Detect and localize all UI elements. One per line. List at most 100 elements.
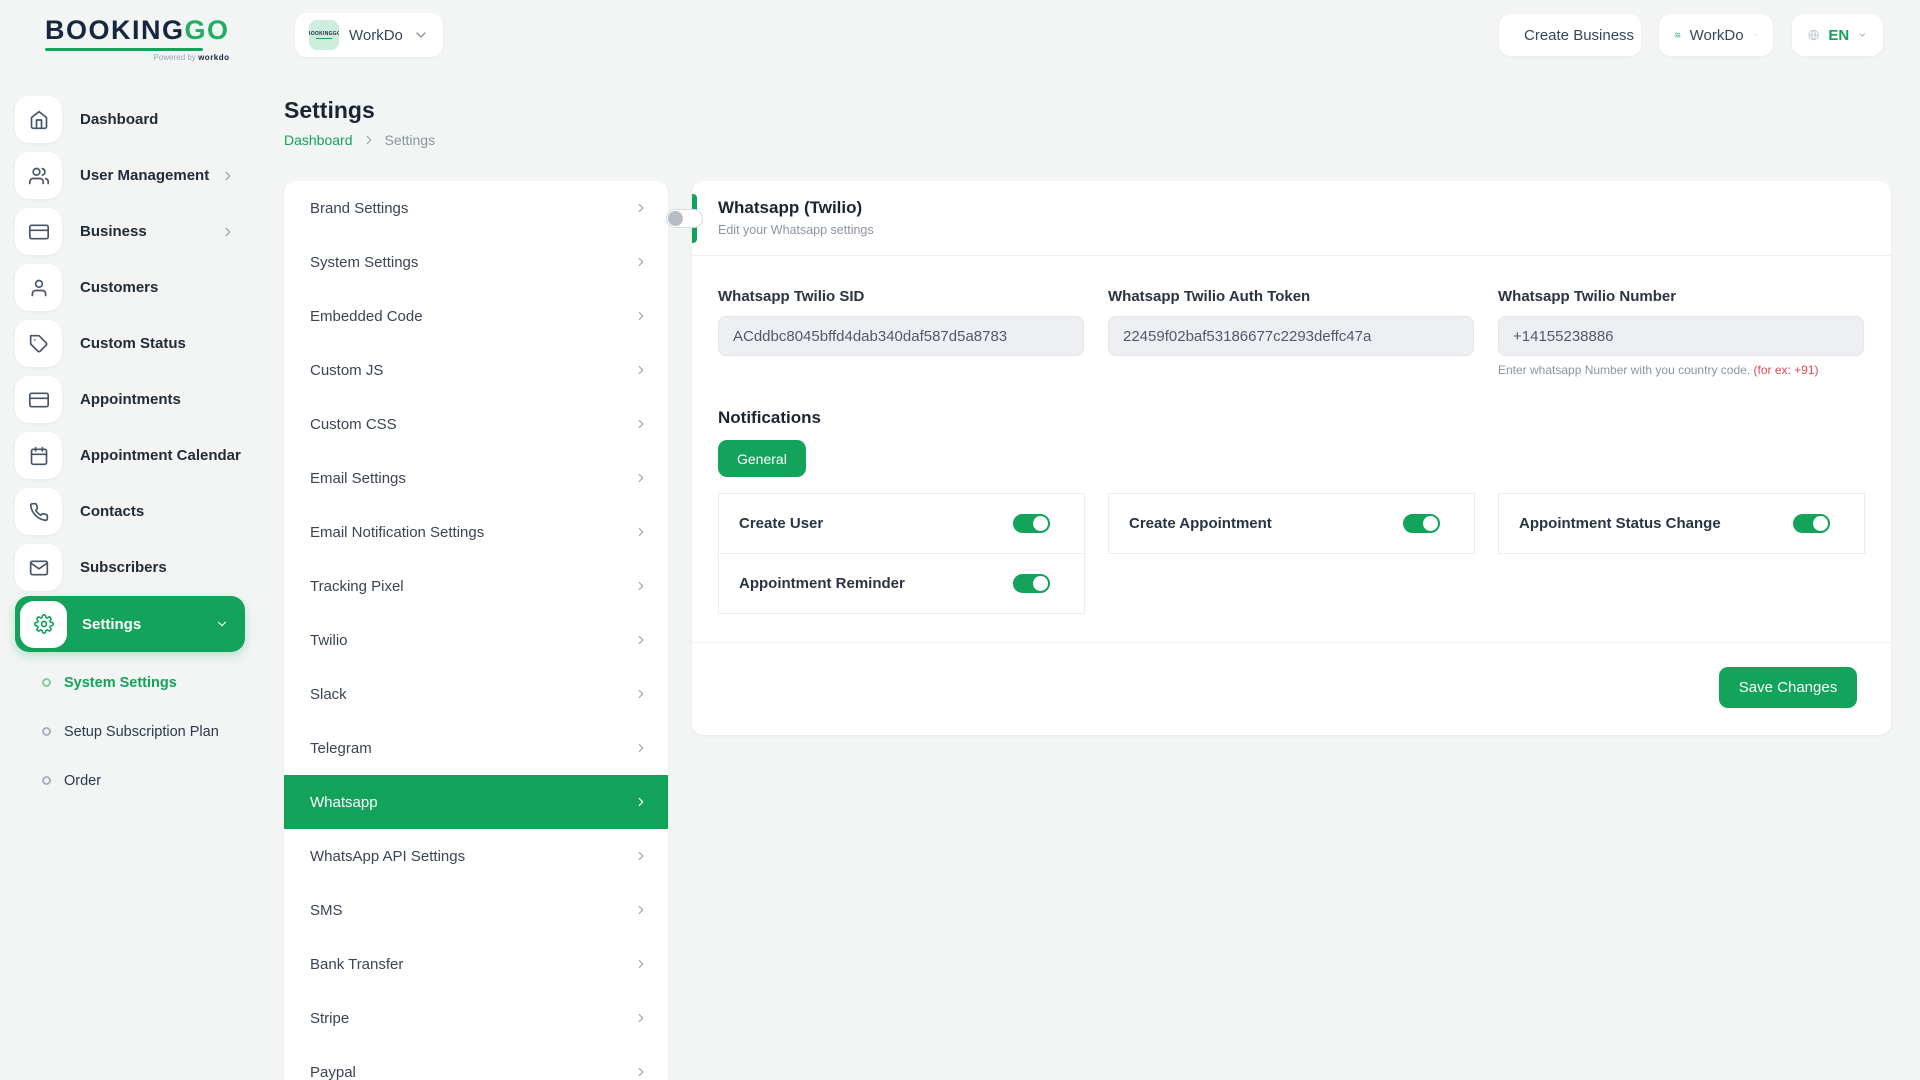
- sidebar-item-business[interactable]: Business: [15, 208, 245, 255]
- submenu-item-label: Setup Subscription Plan: [64, 724, 219, 740]
- app-logo[interactable]: BOOKINGGO Powered by workdo: [45, 15, 230, 62]
- sidebar-item-customers[interactable]: Customers: [15, 264, 245, 311]
- card-icon: [15, 376, 62, 423]
- sidebar-item-label: Business: [80, 223, 147, 240]
- sidebar-item-contacts[interactable]: Contacts: [15, 488, 245, 535]
- twilio-sid-input[interactable]: [718, 316, 1084, 356]
- twilio-number-input[interactable]: [1498, 316, 1864, 356]
- language-selector[interactable]: EN: [1792, 14, 1883, 56]
- card-subtitle: Edit your Whatsapp settings: [718, 223, 874, 237]
- settings-nav-embedded-code[interactable]: Embedded Code: [284, 289, 668, 343]
- create-business-button[interactable]: Create Business: [1499, 14, 1641, 56]
- settings-nav-sms[interactable]: SMS: [284, 883, 668, 937]
- settings-nav-system-settings[interactable]: System Settings: [284, 235, 668, 289]
- sidebar-item-user-management[interactable]: User Management: [15, 152, 245, 199]
- settings-nav-slack[interactable]: Slack: [284, 667, 668, 721]
- submenu-item-system-settings[interactable]: System Settings: [42, 668, 260, 697]
- toggle-row-create-appointment: Create Appointment: [1108, 493, 1475, 554]
- bullet-ring-icon: [42, 727, 51, 736]
- field-label: Whatsapp Twilio SID: [718, 288, 1084, 305]
- sidebar-item-label: Appointments: [80, 391, 181, 408]
- breadcrumb-dashboard-link[interactable]: Dashboard: [284, 132, 353, 148]
- field-twilio-auth-token: Whatsapp Twilio Auth Token: [1108, 288, 1474, 377]
- whatsapp-settings-card: Whatsapp (Twilio) Edit your Whatsapp set…: [692, 181, 1891, 735]
- chevron-down-icon: [1858, 28, 1867, 42]
- settings-nav-bank-transfer[interactable]: Bank Transfer: [284, 937, 668, 991]
- workdo-apps-menu[interactable]: WorkDo: [1659, 14, 1773, 56]
- settings-nav-email-settings[interactable]: Email Settings: [284, 451, 668, 505]
- chevron-right-icon: [634, 741, 648, 755]
- phone-icon: [15, 488, 62, 535]
- settings-nav-tracking-pixel[interactable]: Tracking Pixel: [284, 559, 668, 613]
- settings-nav-telegram[interactable]: Telegram: [284, 721, 668, 775]
- settings-nav-whatsapp[interactable]: Whatsapp: [284, 775, 668, 829]
- sidebar-item-subscribers[interactable]: Subscribers: [15, 544, 245, 591]
- toggle-row-appointment-reminder: Appointment Reminder: [718, 553, 1085, 614]
- settings-nav-email-notification-settings[interactable]: Email Notification Settings: [284, 505, 668, 559]
- home-icon: [15, 96, 62, 143]
- submenu-item-setup-subscription-plan[interactable]: Setup Subscription Plan: [42, 717, 260, 746]
- user-icon: [15, 264, 62, 311]
- sidebar-item-custom-status[interactable]: Custom Status: [15, 320, 245, 367]
- sidebar-item-label: Customers: [80, 279, 158, 296]
- tag-icon: [15, 320, 62, 367]
- credentials-fields: Whatsapp Twilio SID Whatsapp Twilio Auth…: [718, 288, 1864, 377]
- sidebar-item-dashboard[interactable]: Dashboard: [15, 96, 245, 143]
- save-changes-button[interactable]: Save Changes: [1719, 667, 1857, 708]
- language-code: EN: [1828, 27, 1849, 44]
- chevron-right-icon: [634, 255, 648, 269]
- field-twilio-sid: Whatsapp Twilio SID: [718, 288, 1084, 377]
- field-label: Whatsapp Twilio Auth Token: [1108, 288, 1474, 305]
- sidebar-item-settings[interactable]: Settings: [15, 596, 245, 652]
- notifications-title: Notifications: [718, 408, 821, 428]
- settings-nav-whatsapp-api-settings[interactable]: WhatsApp API Settings: [284, 829, 668, 883]
- chevron-right-icon: [634, 579, 648, 593]
- sidebar-item-label: Subscribers: [80, 559, 167, 576]
- settings-nav-brand-settings[interactable]: Brand Settings: [284, 181, 668, 235]
- mail-icon: [15, 544, 62, 591]
- field-label: Whatsapp Twilio Number: [1498, 288, 1864, 305]
- logo-underline: [45, 48, 203, 51]
- card-title: Whatsapp (Twilio): [718, 198, 862, 218]
- submenu-item-label: System Settings: [64, 675, 177, 691]
- sidebar-item-appointment-calendar[interactable]: Appointment Calendar: [15, 432, 245, 479]
- workdo-menu-label: WorkDo: [1690, 27, 1744, 44]
- appointment-status-change-toggle[interactable]: [1793, 514, 1830, 533]
- breadcrumb: Dashboard Settings: [284, 132, 435, 148]
- settings-submenu: System Settings Setup Subscription Plan …: [0, 668, 260, 795]
- workspace-name: WorkDo: [349, 27, 403, 44]
- chevron-right-icon: [634, 957, 648, 971]
- sidebar-item-label: Contacts: [80, 503, 144, 520]
- sidebar-item-label: Dashboard: [80, 111, 158, 128]
- chevron-right-icon: [634, 687, 648, 701]
- page-title: Settings: [284, 97, 375, 124]
- submenu-item-order[interactable]: Order: [42, 766, 260, 795]
- sidebar-item-appointments[interactable]: Appointments: [15, 376, 245, 423]
- chevron-down-icon: [413, 27, 429, 43]
- settings-nav-custom-js[interactable]: Custom JS: [284, 343, 668, 397]
- general-tab-button[interactable]: General: [718, 440, 806, 477]
- settings-nav-stripe[interactable]: Stripe: [284, 991, 668, 1045]
- logo-powered-by: Powered by workdo: [45, 53, 230, 62]
- settings-nav-paypal[interactable]: Paypal: [284, 1045, 668, 1080]
- create-user-toggle[interactable]: [1013, 514, 1050, 533]
- field-twilio-number: Whatsapp Twilio Number Enter whatsapp Nu…: [1498, 288, 1864, 377]
- chevron-right-icon: [362, 133, 376, 147]
- settings-nav-custom-css[interactable]: Custom CSS: [284, 397, 668, 451]
- chevron-right-icon: [634, 903, 648, 917]
- chevron-right-icon: [634, 795, 648, 809]
- settings-nav-panel: Brand Settings System Settings Embedded …: [284, 181, 668, 1080]
- chevron-right-icon: [634, 525, 648, 539]
- create-appointment-toggle[interactable]: [1403, 514, 1440, 533]
- toggle-row-create-user: Create User: [718, 493, 1085, 554]
- bullet-ring-icon: [42, 776, 51, 785]
- whatsapp-module-toggle[interactable]: [666, 209, 703, 228]
- workspace-logo-avatar: BOOKINGGO: [309, 20, 339, 50]
- twilio-auth-token-input[interactable]: [1108, 316, 1474, 356]
- workspace-selector[interactable]: BOOKINGGO WorkDo: [295, 13, 443, 57]
- settings-nav-twilio[interactable]: Twilio: [284, 613, 668, 667]
- sidebar-item-label: Appointment Calendar: [80, 447, 241, 464]
- appointment-reminder-toggle[interactable]: [1013, 574, 1050, 593]
- chevron-right-icon: [634, 201, 648, 215]
- chevron-right-icon: [634, 1065, 648, 1079]
